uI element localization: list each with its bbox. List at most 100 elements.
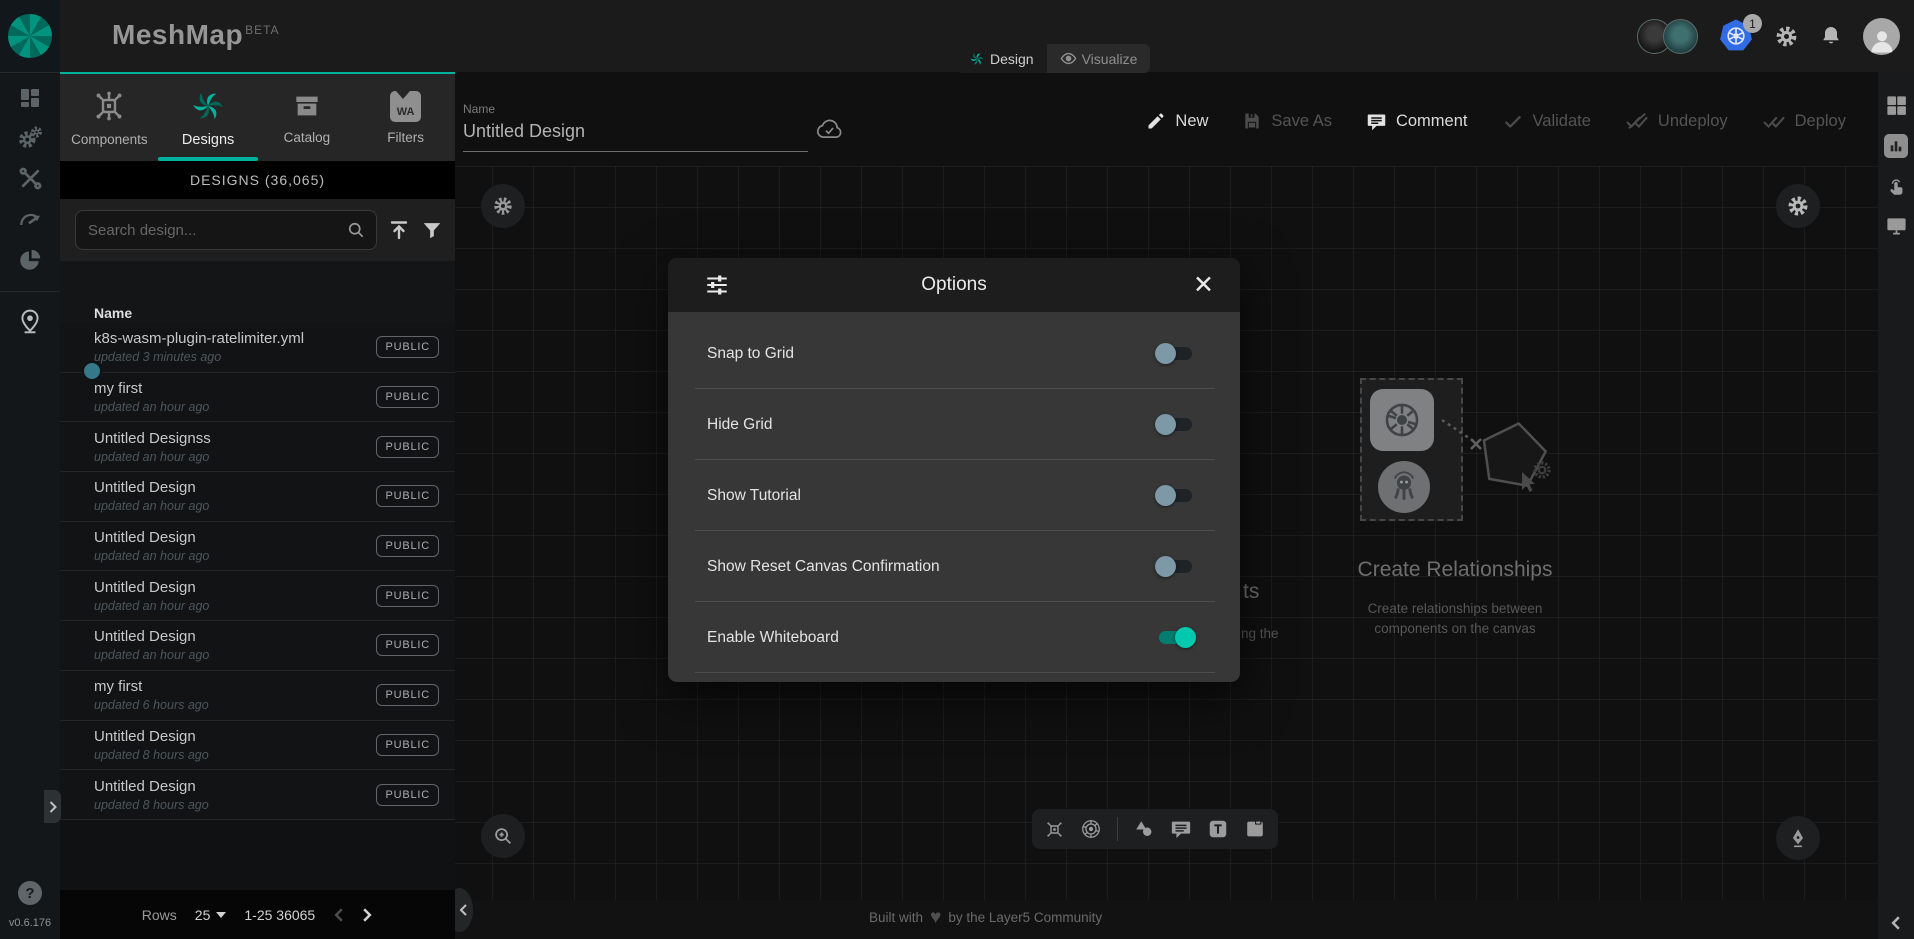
design-list-item[interactable]: my first updated 6 hours ago PUBLIC <box>60 671 455 721</box>
design-list-item[interactable]: Untitled Design updated an hour ago PUBL… <box>60 472 455 522</box>
settings-gear-icon[interactable] <box>1774 24 1799 49</box>
layer5-logo[interactable] <box>0 0 60 72</box>
performance-gauge-icon[interactable] <box>17 206 43 232</box>
rows-per-page-select[interactable]: 25 <box>195 907 227 923</box>
rail-expand-button[interactable] <box>44 790 61 823</box>
design-name: Untitled Design <box>94 778 209 795</box>
reset-canvas-confirmation-toggle[interactable] <box>1155 556 1196 577</box>
designs-count-header: DESIGNS (36,065) <box>60 161 455 199</box>
note-tool-icon[interactable] <box>1244 818 1266 840</box>
design-list-item[interactable]: Untitled Design updated an hour ago PUBL… <box>60 522 455 572</box>
design-name-field[interactable]: Name Untitled Design <box>463 102 808 152</box>
import-design-icon[interactable] <box>387 218 411 242</box>
canvas-options-gear-button[interactable] <box>1776 184 1820 228</box>
shapes-icon[interactable] <box>1133 818 1155 840</box>
user-avatar[interactable] <box>1863 18 1900 55</box>
occluded-hint-fragment: ts <box>1243 580 1259 604</box>
tab-visualize-mode[interactable]: Visualize <box>1047 44 1151 73</box>
search-icon[interactable] <box>346 220 366 240</box>
rail-divider <box>0 291 60 292</box>
right-collapse-button[interactable] <box>1890 915 1902 931</box>
filter-funnel-icon[interactable] <box>421 219 443 241</box>
heart-icon: ♥ <box>930 911 941 924</box>
design-list-item[interactable]: Untitled Designss updated an hour ago PU… <box>60 422 455 472</box>
action-label: Validate <box>1533 112 1591 131</box>
visibility-badge: PUBLIC <box>376 734 439 756</box>
visibility-badge: PUBLIC <box>376 634 439 656</box>
option-label: Show Tutorial <box>707 487 801 505</box>
chevron-down-icon <box>216 912 226 918</box>
help-icon[interactable]: ? <box>18 881 42 905</box>
design-list-item[interactable]: k8s-wasm-plugin-ratelimiter.yml updated … <box>60 323 455 373</box>
display-monitor-icon[interactable] <box>1885 214 1908 237</box>
lifecycle-gears-icon[interactable] <box>17 125 43 151</box>
save-as-button[interactable]: Save As <box>1242 111 1332 131</box>
visibility-badge: PUBLIC <box>376 585 439 607</box>
next-page-button[interactable] <box>361 907 373 923</box>
action-label: New <box>1175 112 1208 131</box>
collaborator-avatars[interactable] <box>1637 19 1698 54</box>
canvas-footer: Built with ♥ by the Layer5 Community <box>455 900 1878 939</box>
configuration-tools-icon[interactable] <box>18 166 43 191</box>
tab-filters[interactable]: WA Filters <box>356 74 455 161</box>
name-field-value[interactable]: Untitled Design <box>463 121 808 142</box>
design-list-item[interactable]: Untitled Design updated 8 hours ago PUBL… <box>60 770 455 820</box>
kubernetes-context-button[interactable]: 1 <box>1718 18 1754 54</box>
views-grid-icon[interactable] <box>1885 94 1908 117</box>
design-name: my first <box>94 380 209 397</box>
add-component-icon[interactable] <box>1044 819 1065 840</box>
check-icon <box>1502 110 1524 132</box>
option-label: Snap to Grid <box>707 345 794 363</box>
design-name: Untitled Design <box>94 479 209 496</box>
deploy-button[interactable]: Deploy <box>1762 110 1846 132</box>
design-updated-time: updated an hour ago <box>94 450 211 464</box>
squid-component-icon <box>1378 461 1430 513</box>
design-updated-time: updated an hour ago <box>94 599 209 613</box>
meshmap-pin-icon[interactable] <box>17 309 43 335</box>
design-list-item[interactable]: my first updated an hour ago PUBLIC <box>60 373 455 423</box>
metrics-chart-icon[interactable] <box>1884 134 1908 158</box>
comment-button[interactable]: Comment <box>1366 111 1468 132</box>
tab-catalog[interactable]: Catalog <box>258 74 357 161</box>
show-tutorial-toggle[interactable] <box>1155 485 1196 506</box>
design-list-item[interactable]: Untitled Design updated 8 hours ago PUBL… <box>60 721 455 771</box>
validate-button[interactable]: Validate <box>1502 110 1591 132</box>
notifications-bell-icon[interactable] <box>1819 24 1843 48</box>
snap-to-grid-toggle[interactable] <box>1155 343 1196 364</box>
hide-grid-toggle[interactable] <box>1155 414 1196 435</box>
app-title: MeshMapBETA <box>112 19 280 51</box>
design-list-item[interactable]: Untitled Design updated an hour ago PUBL… <box>60 621 455 671</box>
prev-page-button[interactable] <box>333 907 345 923</box>
pen-tool-button[interactable] <box>1776 816 1820 860</box>
new-design-button[interactable]: New <box>1146 111 1208 131</box>
action-label: Deploy <box>1795 112 1846 131</box>
occluded-hint-fragment: ng the <box>1241 626 1279 641</box>
design-list-item[interactable]: Untitled Design updated an hour ago PUBL… <box>60 571 455 621</box>
enable-whiteboard-toggle[interactable] <box>1155 627 1196 648</box>
interaction-touch-icon[interactable] <box>1885 175 1907 197</box>
comment-tool-icon[interactable] <box>1170 818 1192 840</box>
close-icon[interactable]: ✕ <box>1193 275 1214 295</box>
visibility-badge: PUBLIC <box>376 535 439 557</box>
tab-designs[interactable]: Designs <box>159 74 258 161</box>
action-label: Undeploy <box>1658 112 1728 131</box>
comment-icon <box>1366 111 1387 132</box>
extensions-pie-icon[interactable] <box>17 247 43 273</box>
meshmap-app: MeshMapBETA Design <box>0 0 1914 939</box>
text-tool-icon[interactable] <box>1207 818 1229 840</box>
kubernetes-wheel-icon[interactable] <box>1080 818 1102 840</box>
tab-components[interactable]: Components <box>60 74 159 161</box>
search-box[interactable] <box>75 210 377 250</box>
undeploy-button[interactable]: Undeploy <box>1625 110 1728 132</box>
search-input[interactable] <box>86 221 340 240</box>
design-updated-time: updated 3 minutes ago <box>94 350 304 364</box>
collaborator-avatar[interactable] <box>1663 19 1698 54</box>
zoom-button[interactable] <box>481 814 525 858</box>
eye-icon <box>1060 50 1077 67</box>
option-row-enable-whiteboard: Enable Whiteboard <box>668 602 1240 673</box>
dashboard-icon[interactable] <box>18 86 42 110</box>
column-header-name: Name <box>60 261 455 332</box>
canvas-settings-button[interactable] <box>481 184 525 228</box>
tab-design-mode[interactable]: Design <box>956 44 1047 73</box>
visibility-badge: PUBLIC <box>376 386 439 408</box>
